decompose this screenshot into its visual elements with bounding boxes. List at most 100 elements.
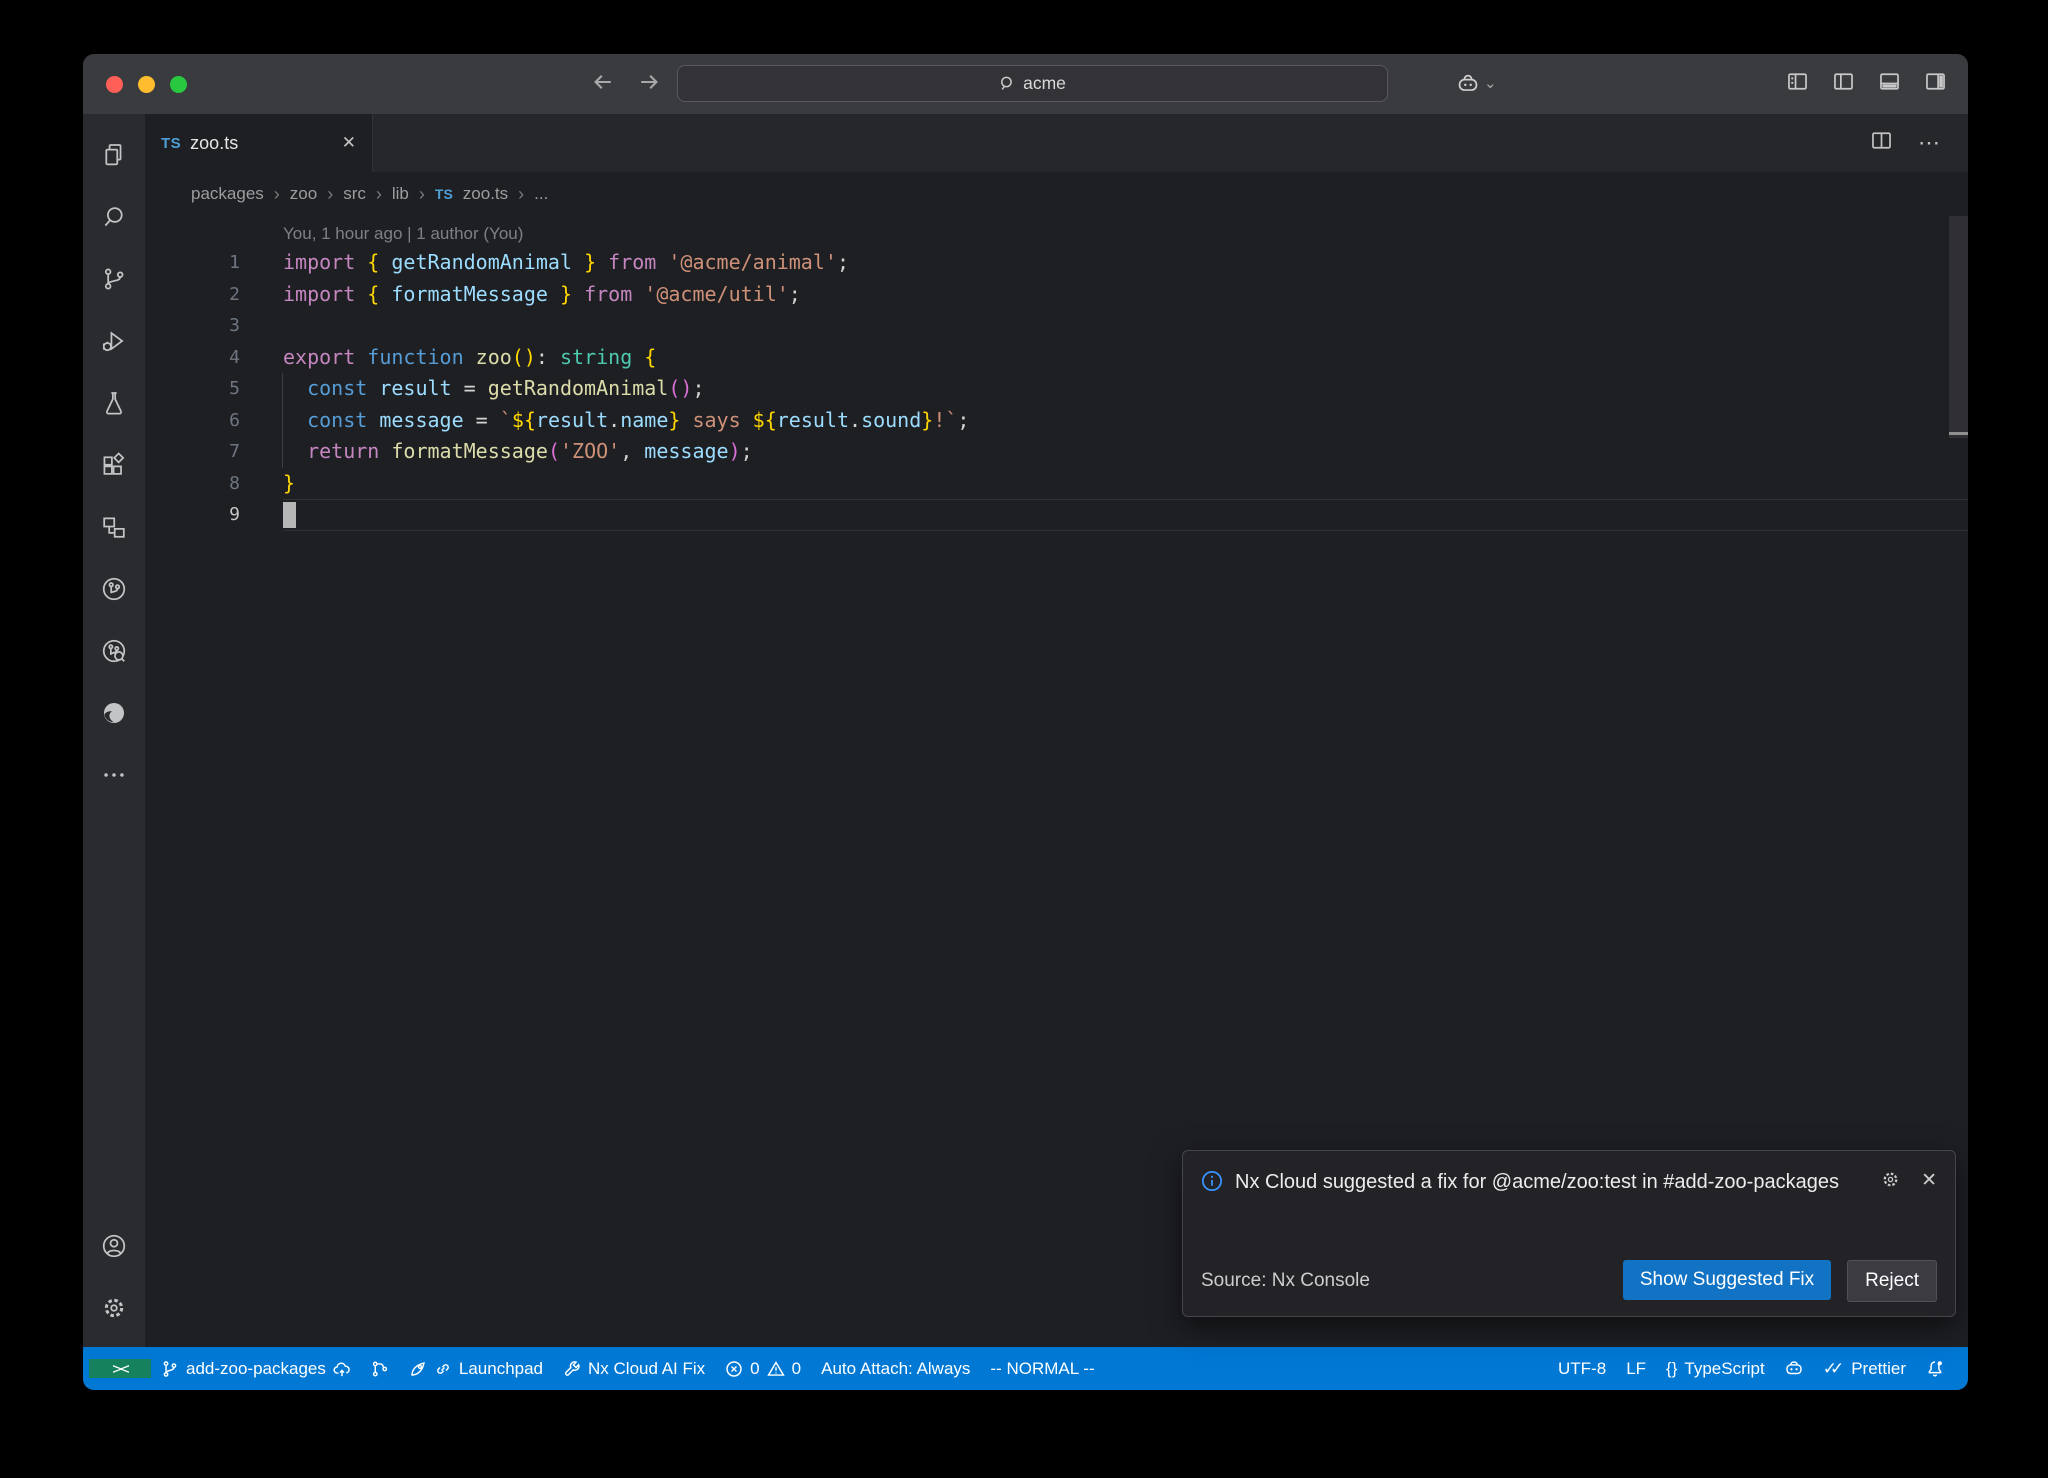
- activity-bar-explorer[interactable]: [83, 124, 145, 186]
- code-line-6[interactable]: 6 const message = `${result.name} says $…: [145, 405, 1968, 437]
- panel-right-icon: [1925, 71, 1946, 92]
- status-auto-attach[interactable]: Auto Attach: Always: [811, 1347, 980, 1390]
- activity-bar-source-control[interactable]: [83, 248, 145, 310]
- status-notifications[interactable]: [1916, 1347, 1954, 1390]
- code-line-9[interactable]: 9: [145, 499, 1968, 531]
- arrow-left-icon: [591, 70, 615, 94]
- settings-icon: [100, 1294, 128, 1322]
- minimize-window-button[interactable]: [138, 76, 155, 93]
- breadcrumb-symbol-overflow[interactable]: ...: [534, 184, 548, 204]
- toggle-panel-button[interactable]: [1879, 71, 1900, 97]
- code-line-2[interactable]: 2import { formatMessage } from '@acme/ut…: [145, 279, 1968, 311]
- copilot-menu-button[interactable]: ⌄: [1455, 71, 1497, 97]
- code-text: import { formatMessage } from '@acme/uti…: [283, 279, 1968, 311]
- activity-bar-accounts[interactable]: [83, 1215, 145, 1277]
- search-icon: [999, 75, 1016, 92]
- source-control-icon: [100, 265, 128, 293]
- breadcrumb: packages › zoo › src › lib › TS zoo.ts ›…: [145, 172, 1968, 216]
- notification-close-button[interactable]: ✕: [1921, 1169, 1937, 1192]
- line-number: 9: [145, 499, 240, 531]
- code-line-7[interactable]: 7 return formatMessage('ZOO', message);: [145, 436, 1968, 468]
- status-remote-indicator[interactable]: ><: [89, 1359, 151, 1378]
- toggle-primary-sidebar-button[interactable]: [1833, 71, 1854, 97]
- wrench-icon: [563, 1360, 581, 1378]
- nx-console-icon: [100, 575, 128, 603]
- reject-button[interactable]: Reject: [1847, 1260, 1937, 1302]
- line-number: 1: [145, 247, 240, 279]
- breadcrumb-packages[interactable]: packages: [191, 184, 264, 204]
- activity-bar-edge-browser[interactable]: [83, 682, 145, 744]
- show-suggested-fix-button[interactable]: Show Suggested Fix: [1623, 1260, 1831, 1300]
- nx-console-cloud-icon: [100, 637, 128, 665]
- desktop-background: acme ⌄: [0, 0, 2048, 1478]
- code-text: import { getRandomAnimal } from '@acme/a…: [283, 247, 1968, 279]
- status-problems[interactable]: 00: [715, 1347, 811, 1390]
- activity-bar-run-and-debug[interactable]: [83, 310, 145, 372]
- activity-bar-settings[interactable]: [83, 1277, 145, 1339]
- back-button[interactable]: [591, 70, 615, 99]
- title-bar: acme ⌄: [83, 54, 1968, 114]
- status-encoding[interactable]: UTF-8: [1548, 1347, 1616, 1390]
- close-window-button[interactable]: [106, 76, 123, 93]
- status-git-branch[interactable]: add-zoo-packages: [151, 1347, 361, 1390]
- search-icon: [100, 203, 128, 231]
- status-git-branch-label: add-zoo-packages: [186, 1359, 326, 1379]
- activity-bar-testing[interactable]: [83, 372, 145, 434]
- explorer-icon: [100, 141, 128, 169]
- breadcrumb-file[interactable]: zoo.ts: [463, 184, 508, 204]
- status-vim-mode-label: -- NORMAL --: [990, 1359, 1094, 1379]
- code-line-4[interactable]: 4export function zoo(): string {: [145, 342, 1968, 374]
- line-number: 6: [145, 405, 240, 437]
- command-center-search[interactable]: acme: [677, 65, 1388, 102]
- status-language-mode[interactable]: {}TypeScript: [1656, 1347, 1775, 1390]
- breadcrumb-lib[interactable]: lib: [392, 184, 409, 204]
- run-and-debug-icon: [100, 327, 128, 355]
- notification-toast: Nx Cloud suggested a fix for @acme/zoo:t…: [1182, 1150, 1956, 1317]
- customize-layout-button[interactable]: [1787, 71, 1808, 97]
- notification-settings-button[interactable]: [1880, 1169, 1901, 1195]
- status-copilot[interactable]: [1775, 1347, 1813, 1390]
- activity-bar-search[interactable]: [83, 186, 145, 248]
- code-text: [283, 310, 1968, 342]
- code-line-1[interactable]: 1 import { getRandomAnimal } from '@acme/…: [145, 247, 1968, 279]
- status-source-control-graph[interactable]: [361, 1347, 399, 1390]
- editor-scrollbar[interactable]: [1949, 216, 1968, 438]
- code-line-5[interactable]: 5 const result = getRandomAnimal();: [145, 373, 1968, 405]
- code-line-3[interactable]: 3: [145, 310, 1968, 342]
- toggle-secondary-sidebar-button[interactable]: [1925, 71, 1946, 97]
- line-number: 3: [145, 310, 240, 342]
- activity-bar-extensions[interactable]: [83, 434, 145, 496]
- layout-grid-icon: [1787, 71, 1808, 92]
- split-editor-button[interactable]: [1871, 130, 1892, 156]
- tab-zoo-ts[interactable]: TS zoo.ts ✕: [145, 114, 373, 172]
- activity-bar-more-views[interactable]: [83, 744, 145, 806]
- editor-more-actions-button[interactable]: ⋯: [1918, 130, 1942, 156]
- breadcrumb-zoo[interactable]: zoo: [290, 184, 317, 204]
- gitlens-blame-annotation[interactable]: You, 1 hour ago | 1 author (You): [283, 220, 1968, 247]
- cloudup-icon: [333, 1360, 351, 1378]
- code-line-8[interactable]: 8}: [145, 468, 1968, 500]
- project-details-icon: [100, 513, 128, 541]
- activity-bar-project-details[interactable]: [83, 496, 145, 558]
- status-vim-mode[interactable]: -- NORMAL --: [980, 1347, 1104, 1390]
- line-number: 4: [145, 342, 240, 374]
- activity-bar-nx-console[interactable]: [83, 558, 145, 620]
- status-prettier[interactable]: ✓✓Prettier: [1813, 1347, 1916, 1390]
- zoom-window-button[interactable]: [170, 76, 187, 93]
- tab-close-button[interactable]: ✕: [342, 133, 356, 153]
- vscode-window: acme ⌄: [83, 54, 1968, 1390]
- testing-icon: [100, 389, 128, 417]
- status-nx-cloud-ai-fix-label: Nx Cloud AI Fix: [588, 1359, 705, 1379]
- chevron-right-icon: ›: [518, 184, 524, 205]
- status-eol[interactable]: LF: [1616, 1347, 1656, 1390]
- indent-guide: [282, 373, 283, 468]
- activity-bar-nx-console-cloud[interactable]: [83, 620, 145, 682]
- status-launchpad[interactable]: Launchpad: [399, 1347, 553, 1390]
- status-nx-cloud-ai-fix[interactable]: Nx Cloud AI Fix: [553, 1347, 715, 1390]
- status-prettier-label: Prettier: [1851, 1359, 1906, 1379]
- gear-icon: [1880, 1169, 1901, 1190]
- forward-button[interactable]: [637, 70, 661, 99]
- breadcrumb-src[interactable]: src: [343, 184, 366, 204]
- edge-browser-icon: [100, 699, 128, 727]
- status-bar: >< add-zoo-packages Launchpad Nx Cloud AI F…: [83, 1347, 1968, 1390]
